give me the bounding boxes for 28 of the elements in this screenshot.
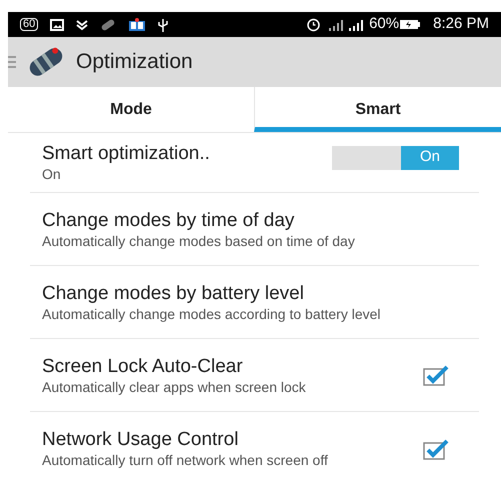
signal-icon bbox=[329, 18, 346, 30]
setting-title: Change modes by time of day bbox=[42, 208, 296, 232]
setting-summary: Automatically clear apps when screen lock bbox=[42, 378, 307, 396]
alarm-icon bbox=[306, 17, 322, 32]
setting-summary: Automatically turn off network when screen off bbox=[42, 452, 329, 469]
image-icon bbox=[50, 18, 64, 30]
menu-icon[interactable] bbox=[8, 55, 16, 69]
app-title: Optimization bbox=[76, 49, 193, 76]
toggle-thumb: On bbox=[401, 146, 459, 170]
tab[interactable]: Smart bbox=[254, 87, 501, 132]
setting-title: Change modes by battery level bbox=[42, 282, 305, 306]
download-icon bbox=[76, 18, 88, 30]
setting-title: Smart optimization.. bbox=[42, 142, 211, 166]
setting-summary: Automatically change modes based on time of day bbox=[42, 232, 356, 250]
setting-title: Screen Lock Auto-Clear bbox=[42, 354, 244, 378]
checkbox[interactable] bbox=[423, 364, 449, 386]
setting-summary: On bbox=[42, 166, 62, 183]
tab[interactable]: Mode bbox=[8, 87, 254, 132]
battery-icon bbox=[399, 19, 422, 30]
badge-icon: 60 bbox=[20, 18, 38, 31]
checkbox[interactable] bbox=[423, 438, 449, 460]
setting-summary: Automatically change modes according to battery level bbox=[42, 306, 382, 322]
clock-time: 8:26 PM bbox=[433, 14, 489, 34]
battery-percent: 60% bbox=[369, 14, 400, 34]
signal-icon bbox=[349, 18, 366, 30]
book-icon bbox=[128, 18, 146, 32]
usb-icon bbox=[158, 18, 168, 32]
setting-title: Network Usage Control bbox=[42, 428, 240, 452]
